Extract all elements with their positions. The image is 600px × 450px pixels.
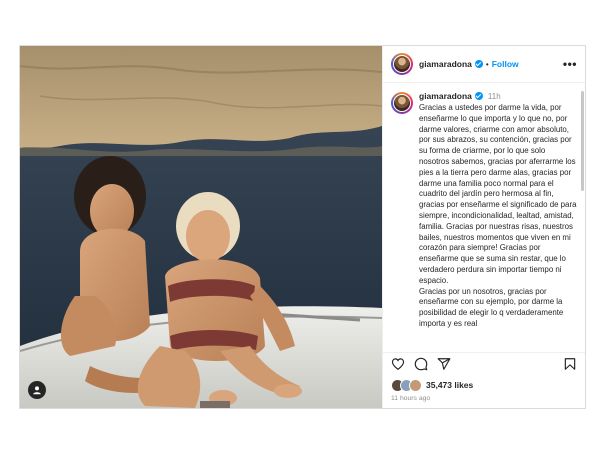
caption-author-avatar[interactable] xyxy=(391,92,413,114)
likes-count[interactable]: 35,473 likes xyxy=(426,380,473,390)
bookmark-icon[interactable] xyxy=(563,357,577,371)
likes-row: 35,473 likes xyxy=(383,375,585,393)
photo-image xyxy=(20,46,382,408)
post-timestamp[interactable]: 11 hours ago xyxy=(383,393,585,408)
comments-area[interactable]: giamaradona 11h Gracias a ustedes por da… xyxy=(383,83,585,352)
author-avatar[interactable] xyxy=(391,53,413,75)
person-icon xyxy=(33,386,41,395)
post-header: giamaradona • Follow ••• xyxy=(383,46,585,83)
liker-avatar[interactable] xyxy=(409,378,422,392)
avatar-ring xyxy=(393,94,411,112)
instagram-post: giamaradona • Follow ••• giamaradona 11h… xyxy=(19,45,586,409)
caption-block: giamaradona 11h Gracias a ustedes por da… xyxy=(419,91,577,352)
heart-icon[interactable] xyxy=(391,357,405,371)
verified-badge-icon xyxy=(474,60,483,68)
action-bar xyxy=(383,352,585,375)
more-options-button[interactable]: ••• xyxy=(563,58,577,70)
caption-timestamp[interactable]: 11h xyxy=(488,92,501,101)
verified-badge-icon xyxy=(474,92,483,100)
avatar-ring xyxy=(393,55,411,73)
caption-username[interactable]: giamaradona xyxy=(419,91,472,101)
post-sidebar: giamaradona • Follow ••• giamaradona 11h… xyxy=(382,46,585,408)
avatar-image xyxy=(394,95,410,111)
separator-dot: • xyxy=(485,59,489,69)
author-username[interactable]: giamaradona xyxy=(419,59,472,69)
caption-text: Gracias a ustedes por darme la vida, por… xyxy=(419,103,577,328)
comments-scrollbar[interactable] xyxy=(581,91,584,191)
post-photo[interactable] xyxy=(20,46,382,408)
follow-button[interactable]: Follow xyxy=(492,59,519,69)
comment-icon[interactable] xyxy=(414,357,428,371)
tagged-people-button[interactable] xyxy=(28,381,46,399)
caption-header: giamaradona 11h xyxy=(419,91,577,101)
share-icon[interactable] xyxy=(437,357,451,371)
avatar-image xyxy=(394,56,410,72)
